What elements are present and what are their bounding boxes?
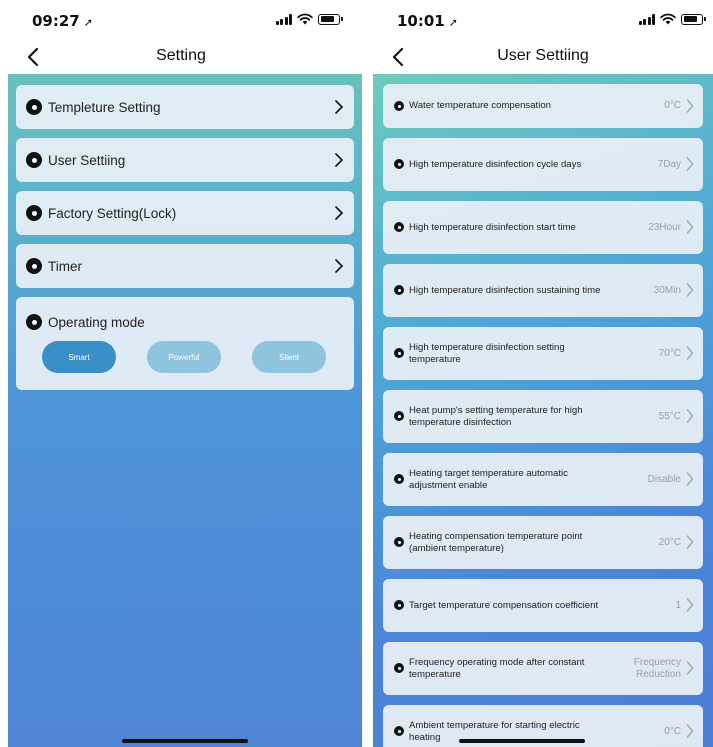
navigation-bar: User Settiing [373, 40, 713, 74]
mode-powerful-button[interactable]: Powerful [147, 341, 221, 373]
chevron-right-icon [686, 724, 694, 738]
wifi-icon [297, 13, 313, 25]
gear-icon [394, 222, 404, 232]
setting-label: Heating compensation temperature point (… [409, 531, 583, 554]
gear-icon [394, 726, 404, 736]
chevron-right-icon [686, 157, 694, 171]
setting-value: 70°C [658, 347, 681, 359]
chevron-right-icon [686, 283, 694, 297]
chevron-right-icon [686, 598, 694, 612]
chevron-right-icon [686, 472, 694, 486]
page-title: User Settiing [497, 47, 589, 64]
chevron-right-icon [334, 153, 344, 167]
setting-label: Target temperature compensation coeffici… [409, 599, 599, 611]
wifi-icon [660, 13, 676, 25]
setting-row-compensation-coefficient[interactable]: Target temperature compensation coeffici… [383, 579, 703, 632]
setting-row-water-temperature-compensation[interactable]: Water temperature compensation 0°C [383, 84, 703, 128]
location-arrow-icon: ➚ [83, 16, 93, 29]
chevron-right-icon [686, 346, 694, 360]
chevron-right-icon [686, 220, 694, 234]
setting-label: Water temperature compensation [409, 100, 552, 112]
setting-value: 0°C [664, 100, 681, 111]
setting-label: High temperature disinfection start time [409, 221, 576, 233]
setting-value: 30Min [653, 284, 681, 296]
status-time: 09:27 [32, 12, 80, 30]
setting-label: Heat pump's setting temperature for high… [409, 405, 583, 428]
setting-value: 55°C [658, 410, 681, 422]
chevron-right-icon [686, 99, 694, 113]
setting-row-auto-adjustment-enable[interactable]: Heating target temperature automatic adj… [383, 453, 703, 506]
gear-icon [26, 205, 42, 221]
battery-icon [681, 13, 706, 25]
chevron-right-icon [686, 535, 694, 549]
status-bar: 10:01 ➚ [373, 0, 713, 40]
menu-item-timer[interactable]: Timer [16, 244, 354, 288]
gear-icon [394, 663, 404, 673]
signal-icon [638, 13, 655, 25]
setting-row-heat-pump-disinfection-temperature[interactable]: Heat pump's setting temperature for high… [383, 390, 703, 443]
chevron-right-icon [686, 661, 694, 675]
gear-icon [394, 474, 404, 484]
gear-icon [394, 348, 404, 358]
gear-icon [394, 159, 404, 169]
setting-label: Heating target temperature automatic adj… [409, 468, 568, 491]
settings-background: Templeture Setting User Settiing Factory… [8, 74, 362, 747]
setting-label: High temperature disinfection cycle days [409, 158, 582, 170]
menu-item-templeture-setting[interactable]: Templeture Setting [16, 85, 354, 129]
gear-icon [394, 411, 404, 421]
gear-icon [26, 314, 42, 330]
mode-slient-button[interactable]: Slient [252, 341, 326, 373]
setting-label: High temperature disinfection sustaining… [409, 284, 601, 296]
gear-icon [26, 152, 42, 168]
setting-label: Frequency operating mode after constant … [409, 657, 585, 680]
location-arrow-icon: ➚ [448, 16, 458, 29]
navigation-bar: Setting [0, 40, 362, 74]
menu-item-user-settiing[interactable]: User Settiing [16, 138, 354, 182]
setting-row-disinfection-start-time[interactable]: High temperature disinfection start time… [383, 201, 703, 254]
settings-background: Water temperature compensation 0°C High … [373, 74, 713, 747]
setting-value: 7Day [657, 158, 681, 170]
setting-value: 23Hour [648, 221, 681, 233]
user-settiing-screen: 10:01 ➚ User Settiing Water temperature c… [373, 0, 713, 747]
gear-icon [394, 285, 404, 295]
operating-mode-card: Operating mode Smart Powerful Slient [16, 297, 354, 390]
gear-icon [394, 600, 404, 610]
battery-icon [318, 13, 343, 25]
setting-row-disinfection-setting-temperature[interactable]: High temperature disinfection setting te… [383, 327, 703, 380]
chevron-right-icon [334, 206, 344, 220]
setting-screen: 09:27 ➚ Setting Templeture Setting User S… [0, 0, 362, 747]
status-time: 10:01 [397, 12, 445, 30]
gear-icon [26, 258, 42, 274]
menu-item-label: Templeture Setting [48, 99, 161, 115]
setting-value: 20°C [658, 536, 681, 548]
setting-row-frequency-operating-mode[interactable]: Frequency operating mode after constant … [383, 642, 703, 695]
operating-mode-label: Operating mode [48, 314, 145, 330]
gear-icon [26, 99, 42, 115]
setting-value: 1 [675, 599, 681, 611]
page-title: Setting [156, 47, 206, 64]
gear-icon [394, 101, 404, 111]
signal-icon [275, 13, 292, 25]
chevron-right-icon [334, 100, 344, 114]
gear-icon [394, 537, 404, 547]
chevron-right-icon [334, 259, 344, 273]
chevron-right-icon [686, 409, 694, 423]
setting-row-disinfection-cycle-days[interactable]: High temperature disinfection cycle days… [383, 138, 703, 191]
menu-item-label: Factory Setting(Lock) [48, 205, 177, 221]
status-bar: 09:27 ➚ [0, 0, 362, 40]
setting-value: 0°C [664, 725, 681, 737]
menu-item-label: Timer [48, 258, 82, 274]
home-indicator[interactable] [459, 739, 585, 743]
menu-item-factory-setting[interactable]: Factory Setting(Lock) [16, 191, 354, 235]
setting-row-compensation-temperature-point[interactable]: Heating compensation temperature point (… [383, 516, 703, 569]
setting-value: Disable [647, 473, 681, 485]
home-indicator[interactable] [122, 739, 248, 743]
setting-label: High temperature disinfection setting te… [409, 342, 565, 365]
menu-item-label: User Settiing [48, 152, 126, 168]
mode-smart-button[interactable]: Smart [42, 341, 116, 373]
setting-value: Frequency Reduction [633, 656, 681, 680]
setting-row-disinfection-sustaining-time[interactable]: High temperature disinfection sustaining… [383, 264, 703, 317]
